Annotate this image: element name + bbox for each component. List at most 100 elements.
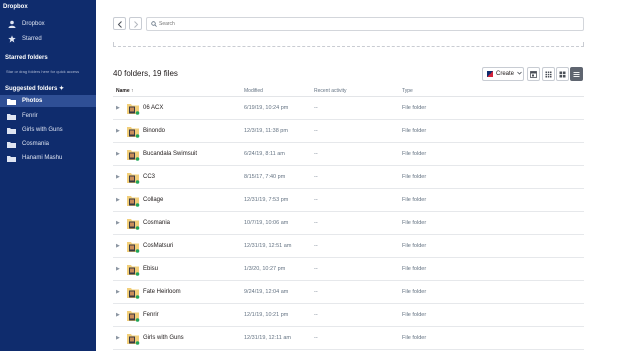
sidebar-item-cosmania[interactable]: Cosmania [0, 138, 96, 150]
expand-arrow-icon[interactable]: ▶ [116, 151, 120, 157]
window-icon [530, 65, 537, 83]
person-icon [7, 20, 16, 29]
sidebar: Dropbox Dropbox Starred Starred folders … [0, 0, 96, 351]
list-view-button[interactable] [570, 67, 583, 81]
search-input[interactable] [159, 21, 559, 27]
sidebar-item-hanami-mashu[interactable]: Hanami Mashu [0, 152, 96, 164]
recent-activity: -- [314, 335, 318, 341]
modified-date: 12/31/19, 12:51 am [244, 243, 292, 249]
file-name[interactable]: 06 ACX [143, 105, 163, 111]
recent-activity: -- [314, 289, 318, 295]
tile-view-button[interactable] [556, 67, 569, 81]
expand-arrow-icon[interactable]: ▶ [116, 197, 120, 203]
sparkle-icon: ✦ [59, 86, 65, 92]
table-row[interactable]: ▶ Collage 12/31/19, 7:53 pm -- File folder [113, 189, 584, 212]
sidebar-item-photos[interactable]: Photos [0, 95, 96, 107]
file-type: File folder [402, 289, 427, 295]
create-button[interactable]: Create [482, 67, 524, 81]
sidebar-item-label: Fenrir [22, 113, 38, 119]
table-row[interactable]: ▶ Bucandala Swimsuit 6/24/19, 8:11 am -- Fil… [113, 143, 584, 166]
search-bar[interactable] [146, 17, 584, 31]
recent-activity: -- [314, 266, 318, 272]
table-row[interactable]: ▶ Binondo 12/3/19, 11:38 pm -- File folder [113, 120, 584, 143]
modified-date: 10/7/19, 10:06 am [244, 220, 289, 226]
file-type: File folder [402, 266, 427, 272]
modified-date: 12/1/19, 10:21 pm [244, 312, 289, 318]
recent-activity: -- [314, 174, 318, 180]
grid-large-icon [559, 65, 566, 83]
star-icon [7, 35, 16, 44]
create-icon [487, 71, 493, 77]
chevron-down-icon [517, 71, 522, 77]
modified-date: 1/3/20, 10:27 pm [244, 266, 286, 272]
sidebar-item-dropbox[interactable]: Dropbox [0, 18, 96, 30]
expand-arrow-icon[interactable]: ▶ [116, 128, 120, 134]
file-name[interactable]: Girls with Guns [143, 335, 184, 341]
file-type: File folder [402, 220, 427, 226]
file-type: File folder [402, 105, 427, 111]
file-type: File folder [402, 197, 427, 203]
sidebar-item-fenrir[interactable]: Fenrir [0, 110, 96, 122]
recent-activity: -- [314, 197, 318, 203]
chevron-right-icon [133, 15, 139, 33]
file-name[interactable]: Binondo [143, 128, 165, 134]
app-title: Dropbox [3, 4, 28, 10]
create-label: Create [496, 71, 515, 77]
item-count: 40 folders, 19 files [113, 69, 178, 78]
recent-activity: -- [314, 105, 318, 111]
expand-arrow-icon[interactable]: ▶ [116, 174, 120, 180]
chevron-left-icon [117, 15, 123, 33]
folder-icon [7, 126, 16, 135]
back-button[interactable] [113, 17, 126, 30]
sidebar-item-starred[interactable]: Starred [0, 33, 96, 45]
folder-thumbnail-icon [126, 217, 140, 230]
file-type: File folder [402, 174, 427, 180]
file-type: File folder [402, 312, 427, 318]
file-type: File folder [402, 151, 427, 157]
column-header-type[interactable]: Type [402, 88, 413, 94]
column-header-name[interactable]: Name ↑ [116, 88, 134, 94]
open-app-button[interactable] [527, 67, 540, 81]
file-type: File folder [402, 128, 427, 134]
file-name[interactable]: Cosmania [143, 220, 170, 226]
expand-arrow-icon[interactable]: ▶ [116, 289, 120, 295]
folder-thumbnail-icon [126, 286, 140, 299]
expand-arrow-icon[interactable]: ▶ [116, 335, 120, 341]
table-row[interactable]: ▶ 06 ACX 6/19/19, 10:24 pm -- File folder [113, 97, 584, 120]
folder-thumbnail-icon [126, 194, 140, 207]
sidebar-item-label: Starred [22, 36, 42, 42]
table-row[interactable]: ▶ Fenrir 12/1/19, 10:21 pm -- File folder [113, 304, 584, 327]
table-row[interactable]: ▶ Ebisu 1/3/20, 10:27 pm -- File folder [113, 258, 584, 281]
sidebar-item-label: Cosmania [22, 141, 50, 147]
sidebar-item-label: Dropbox [22, 21, 45, 27]
table-row[interactable]: ▶ Cosmania 10/7/19, 10:06 am -- File folder [113, 212, 584, 235]
file-name[interactable]: Collage [143, 197, 163, 203]
expand-arrow-icon[interactable]: ▶ [116, 243, 120, 249]
starred-folders-hint: Star or drag folders here for quick acce… [6, 69, 80, 74]
expand-arrow-icon[interactable]: ▶ [116, 105, 120, 111]
table-row[interactable]: ▶ CC3 8/15/17, 7:40 pm -- File folder [113, 166, 584, 189]
expand-arrow-icon[interactable]: ▶ [116, 312, 120, 318]
table-row[interactable]: ▶ CosMatsuri 12/31/19, 12:51 am -- File fold… [113, 235, 584, 258]
column-header-activity[interactable]: Recent activity [314, 88, 347, 94]
sidebar-item-girls-with-guns[interactable]: Girls with Guns [0, 124, 96, 136]
file-name[interactable]: Ebisu [143, 266, 158, 272]
column-header-modified[interactable]: Modified [244, 88, 263, 94]
file-name[interactable]: Fate Heirloom [143, 289, 181, 295]
column-name-label: Name [116, 88, 130, 94]
file-name[interactable]: CC3 [143, 174, 155, 180]
expand-arrow-icon[interactable]: ▶ [116, 266, 120, 272]
folder-thumbnail-icon [126, 332, 140, 345]
table-row[interactable]: ▶ Girls with Guns 12/31/19, 12:11 am -- File… [113, 327, 584, 350]
file-name[interactable]: Fenrir [143, 312, 159, 318]
folder-thumbnail-icon [126, 309, 140, 322]
file-name[interactable]: Bucandala Swimsuit [143, 151, 197, 157]
table-row[interactable]: ▶ Fate Heirloom 9/24/19, 12:04 am -- File fo… [113, 281, 584, 304]
grid-view-button[interactable] [542, 67, 555, 81]
forward-button[interactable] [129, 17, 142, 30]
recent-activity: -- [314, 151, 318, 157]
folder-thumbnail-icon [126, 171, 140, 184]
expand-arrow-icon[interactable]: ▶ [116, 220, 120, 226]
upload-dropzone[interactable] [113, 42, 584, 47]
file-name[interactable]: CosMatsuri [143, 243, 173, 249]
